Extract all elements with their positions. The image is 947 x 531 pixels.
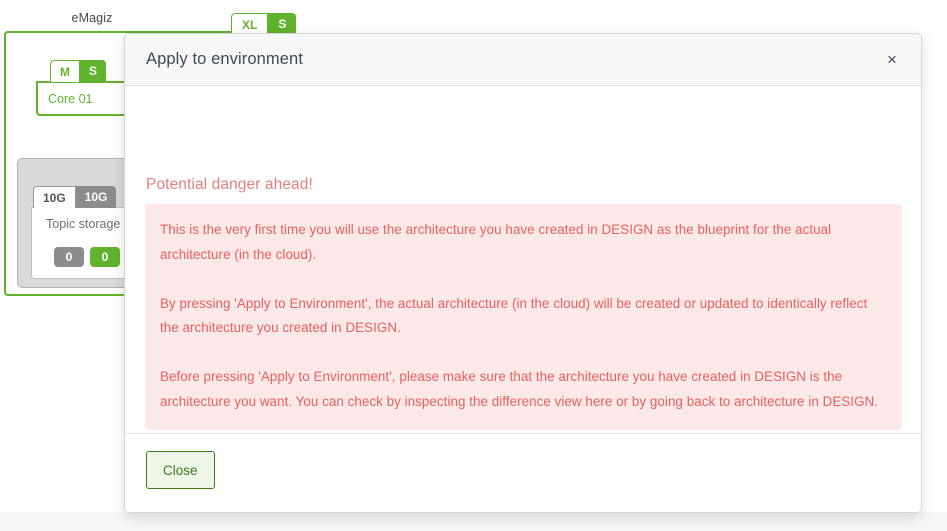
alert-paragraph: This is the very first time you will use… (160, 222, 832, 262)
alert-paragraph: Before pressing 'Apply to Environment', … (160, 369, 879, 409)
danger-heading: Potential danger ahead! (146, 176, 313, 193)
count-chip-current: 0 (54, 247, 84, 267)
screen: eMagiz XL S M S Core 01 10G 10G Topic st… (0, 0, 947, 531)
size-badge-storage-left: 10G (33, 186, 76, 208)
page-bottom-shade (0, 512, 947, 531)
dialog-title: Apply to environment (146, 50, 304, 68)
size-badge-storage-right: 10G (75, 186, 117, 208)
topic-storage-counts: 0 0 (54, 247, 120, 267)
close-icon[interactable]: × (880, 47, 904, 71)
size-badge-environment[interactable]: XL S (231, 13, 297, 35)
size-badge-left: XL (231, 13, 269, 35)
size-badge-core-left: M (50, 60, 80, 82)
dialog-footer: Close (125, 433, 921, 512)
danger-alert-box: This is the very first time you will use… (145, 204, 902, 430)
apply-to-environment-dialog: Apply to environment × Potential danger … (124, 33, 922, 513)
close-button[interactable]: Close (146, 451, 215, 489)
alert-paragraph: By pressing 'Apply to Environment', the … (160, 295, 868, 336)
environment-label: eMagiz (71, 11, 113, 25)
size-badge-core-right: S (80, 60, 107, 82)
machine-core-01-label: Core 01 (48, 92, 93, 106)
topic-storage-label: Topic storage (46, 217, 121, 231)
dialog-body: Potential danger ahead! This is the very… (125, 86, 921, 433)
size-badge-core[interactable]: M S (50, 60, 107, 82)
size-badge-storage[interactable]: 10G 10G (33, 186, 117, 208)
dialog-header: Apply to environment × (125, 34, 921, 86)
size-badge-right: S (268, 13, 297, 35)
count-chip-target: 0 (90, 247, 120, 267)
